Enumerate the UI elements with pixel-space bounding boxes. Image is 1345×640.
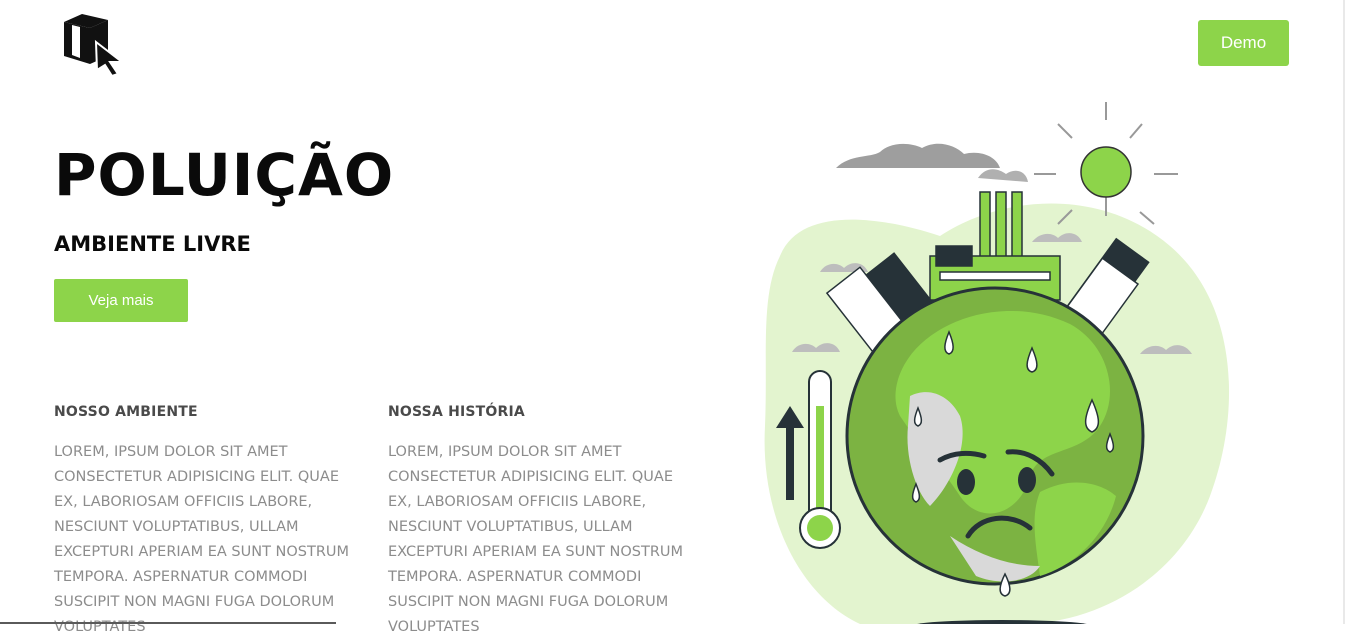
polluted-earth-illustration (740, 96, 1240, 632)
section-nossa-historia: NOSSA HISTÓRIA LOREM, IPSUM DOLOR SIT AM… (388, 404, 688, 640)
page-title: POLUIÇÃO (54, 141, 395, 209)
page-subtitle: AMBIENTE LIVRE (54, 232, 251, 256)
earth-globe (845, 286, 1145, 586)
section-nosso-ambiente: NOSSO AMBIENTE LOREM, IPSUM DOLOR SIT AM… (54, 404, 354, 640)
section-heading: NOSSO AMBIENTE (54, 404, 198, 420)
cube-cursor-icon (64, 14, 125, 78)
section-body: LOREM, IPSUM DOLOR SIT AMET CONSECTETUR … (388, 444, 684, 635)
section-body: LOREM, IPSUM DOLOR SIT AMET CONSECTETUR … (54, 444, 350, 635)
demo-button[interactable]: Demo (1198, 20, 1289, 66)
section-heading: NOSSA HISTÓRIA (388, 404, 525, 420)
logo[interactable] (60, 12, 126, 78)
sun (1080, 146, 1132, 198)
smoke-cloud (836, 143, 1000, 168)
see-more-button[interactable]: Veja mais (54, 279, 188, 322)
